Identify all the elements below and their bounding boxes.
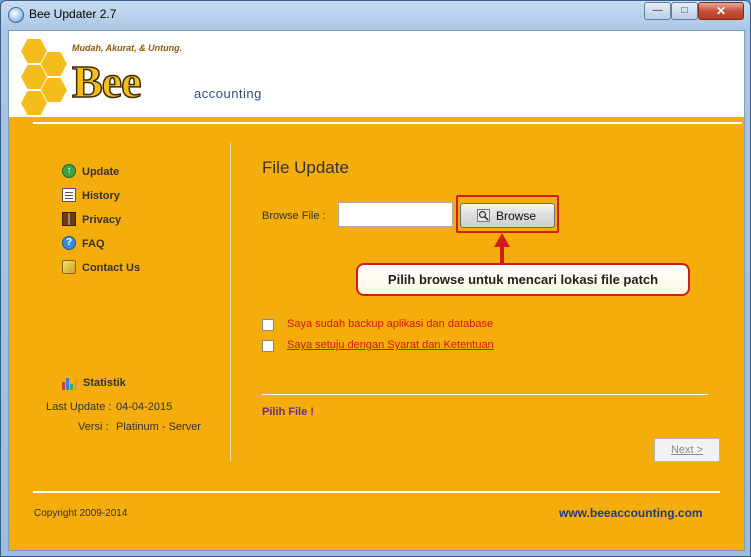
client-area: Mudah, Akurat, & Untung. Bee accounting … [8, 30, 745, 551]
content-divider [262, 394, 708, 395]
browse-file-label: Browse File : [262, 210, 326, 222]
maximize-button[interactable]: □ [671, 2, 698, 20]
header-banner: Mudah, Akurat, & Untung. Bee accounting [9, 31, 744, 117]
close-button[interactable]: ✕ [698, 2, 744, 20]
next-button[interactable]: Next > [654, 438, 720, 462]
update-icon: ↑ [62, 164, 76, 178]
history-icon [62, 188, 76, 202]
brand-logo-sub: accounting [194, 86, 262, 101]
sidebar-item-label: History [82, 190, 120, 202]
app-window: Bee Updater 2.7 — □ ✕ Mudah, Akurat, & U… [0, 0, 751, 557]
window-title: Bee Updater 2.7 [29, 7, 117, 21]
bar-chart-icon [62, 378, 77, 390]
version-value: Platinum - Server [116, 421, 201, 433]
last-update-value: 04-04-2015 [116, 401, 173, 413]
website-link[interactable]: www.beeaccounting.com [559, 506, 703, 520]
browse-button-label: Browse [496, 209, 537, 223]
next-button-label: Next > [670, 444, 704, 456]
sidebar-item-label: Privacy [82, 214, 122, 226]
status-message: Pilih File ! [262, 406, 314, 418]
statistics-label: Statistik [83, 377, 126, 389]
callout-arrow-icon [494, 233, 510, 247]
contact-icon [62, 260, 76, 274]
sidebar-item-label: Contact Us [82, 262, 141, 274]
copyright-text: Copyright 2009-2014 [34, 508, 128, 519]
privacy-icon [62, 212, 76, 226]
title-bar[interactable]: Bee Updater 2.7 — □ ✕ [1, 1, 750, 29]
sidebar-divider [230, 143, 231, 461]
sidebar-item-label: FAQ [82, 238, 105, 250]
brand-tagline: Mudah, Akurat, & Untung. [72, 43, 183, 53]
faq-icon: ? [62, 236, 76, 250]
terms-checkbox[interactable] [262, 340, 274, 352]
header-divider [33, 122, 742, 124]
last-update-label: Last Update : [46, 401, 112, 413]
brand-logo-word: Bee [71, 56, 142, 108]
terms-link[interactable]: Saya setuju dengan Syarat dan Ketentuan [287, 339, 494, 351]
app-icon [8, 7, 24, 23]
minimize-button[interactable]: — [644, 2, 671, 20]
browse-button[interactable]: Browse [460, 203, 555, 228]
browse-file-input[interactable] [338, 202, 453, 227]
backup-checkbox-label: Saya sudah backup aplikasi dan database [287, 318, 494, 330]
magnifier-icon [477, 209, 490, 222]
sidebar-item-label: Update [82, 166, 120, 178]
footer-divider [33, 491, 720, 493]
instruction-callout: Pilih browse untuk mencari lokasi file p… [356, 263, 690, 296]
version-label: Versi : [78, 421, 109, 433]
backup-checkbox[interactable] [262, 319, 274, 331]
page-title: File Update [262, 158, 349, 177]
